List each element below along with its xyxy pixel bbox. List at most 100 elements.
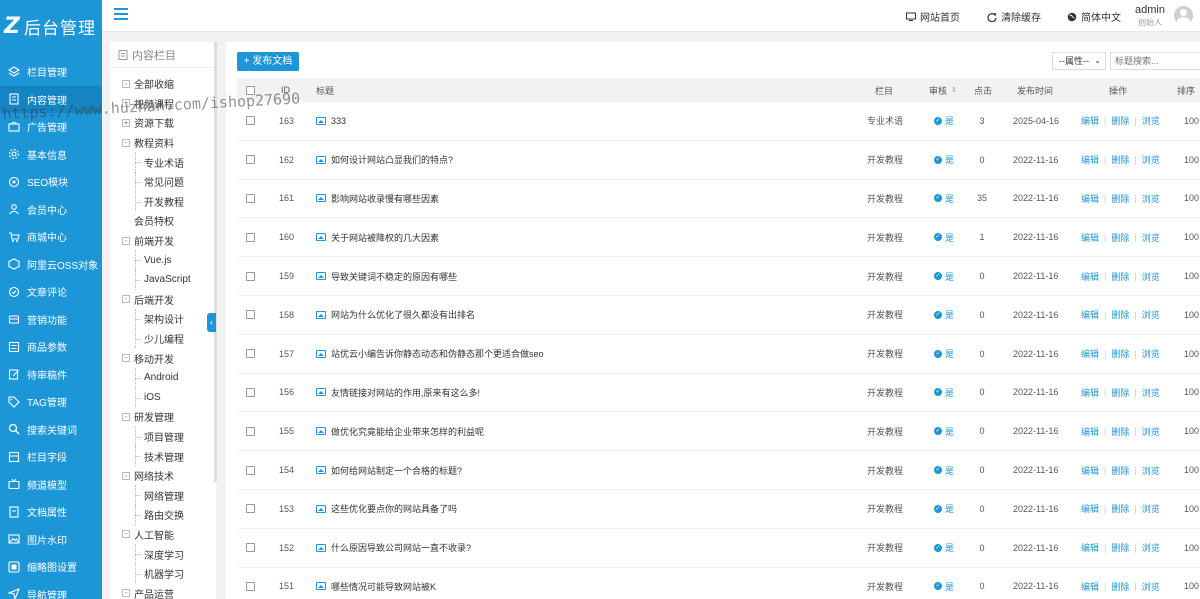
sidebar-item[interactable]: 频道模型 — [0, 471, 102, 499]
edit-link[interactable]: 编辑 — [1081, 386, 1099, 399]
site-home-link[interactable]: 网站首页 — [906, 9, 960, 24]
tree-node[interactable]: Android — [110, 367, 216, 388]
select-all-checkbox[interactable] — [246, 85, 255, 95]
delete-link[interactable]: 删除 — [1111, 308, 1129, 321]
audit-status-badge[interactable]: ✓ 是 — [934, 114, 954, 127]
tree-node[interactable]: 少儿编程 — [110, 328, 216, 349]
article-title-link[interactable]: 哪些情况可能导致网站被K — [316, 580, 436, 593]
sidebar-item[interactable]: 导航管理 — [0, 581, 102, 599]
language-link[interactable]: 简体中文 — [1067, 9, 1121, 24]
delete-link[interactable]: 删除 — [1111, 386, 1129, 399]
tree-node[interactable]: - 研发管理 — [110, 407, 216, 427]
tree-node[interactable]: iOS — [110, 387, 216, 408]
view-link[interactable]: 浏览 — [1142, 425, 1160, 438]
tree-node[interactable]: 会员特权 — [110, 211, 216, 231]
article-title-link[interactable]: 这些优化要点你的网站具备了吗 — [316, 502, 457, 515]
tree-node[interactable]: 机器学习 — [110, 563, 216, 584]
audit-status-badge[interactable]: ✓ 是 — [934, 270, 954, 283]
expand-icon[interactable]: + — [122, 99, 130, 108]
tree-node[interactable]: Vue.js — [110, 250, 216, 270]
menu-toggle-icon[interactable] — [114, 8, 128, 21]
edit-link[interactable]: 编辑 — [1081, 347, 1099, 360]
article-title-link[interactable]: 如何给网站制定一个合格的标题? — [316, 464, 462, 477]
collapse-icon[interactable]: - — [122, 354, 130, 363]
edit-link[interactable]: 编辑 — [1081, 114, 1099, 127]
audit-status-badge[interactable]: ✓ 是 — [934, 231, 954, 244]
row-checkbox[interactable] — [246, 116, 255, 126]
audit-status-badge[interactable]: ✓ 是 — [934, 502, 954, 515]
audit-status-badge[interactable]: ✓ 是 — [934, 347, 954, 360]
tree-node[interactable]: 架构设计 — [110, 309, 216, 329]
article-title-link[interactable]: 影响网站收录慢有哪些因素 — [316, 192, 439, 205]
tree-node[interactable]: - 后端开发 — [110, 290, 216, 310]
delete-link[interactable]: 删除 — [1111, 347, 1129, 360]
row-checkbox[interactable] — [246, 193, 255, 203]
collapse-icon[interactable]: - — [122, 530, 130, 539]
article-title-link[interactable]: 网站为什么优化了很久都没有出排名 — [316, 308, 475, 321]
audit-status-badge[interactable]: ✓ 是 — [934, 541, 954, 554]
edit-link[interactable]: 编辑 — [1081, 231, 1099, 244]
tree-node[interactable]: - 前端开发 — [110, 231, 216, 251]
sidebar-item[interactable]: 缩略图设置 — [0, 553, 102, 581]
collapse-icon[interactable]: - — [122, 412, 130, 421]
edit-link[interactable]: 编辑 — [1081, 541, 1099, 554]
view-link[interactable]: 浏览 — [1142, 114, 1160, 127]
audit-status-badge[interactable]: ✓ 是 — [934, 308, 954, 321]
avatar[interactable] — [1174, 6, 1193, 25]
delete-link[interactable]: 删除 — [1111, 192, 1129, 205]
tree-node[interactable]: - 移动开发 — [110, 348, 216, 368]
tree-node[interactable]: - 人工智能 — [110, 525, 216, 545]
tree-node[interactable]: 常见问题 — [110, 171, 216, 192]
sidebar-item[interactable]: 文章评论 — [0, 278, 102, 306]
collapse-icon[interactable]: - — [122, 138, 130, 147]
sidebar-item[interactable]: 广告管理 — [0, 113, 102, 141]
sidebar-item[interactable]: 搜索关键词 — [0, 416, 102, 444]
row-checkbox[interactable] — [246, 504, 255, 514]
audit-status-badge[interactable]: ✓ 是 — [934, 192, 954, 205]
tree-node[interactable]: - 全部收缩 — [110, 74, 216, 94]
sidebar-item[interactable]: 营销功能 — [0, 306, 102, 334]
tree-node[interactable]: - 产品运营 — [110, 583, 216, 599]
sidebar-item[interactable]: 阿里云OSS对象 — [0, 251, 102, 279]
article-title-link[interactable]: 导致关键词不稳定的原因有哪些 — [316, 270, 457, 283]
row-checkbox[interactable] — [246, 310, 255, 320]
tree-node[interactable]: + 视频课程 — [110, 94, 216, 114]
tree-node[interactable]: 专业术语 — [110, 152, 216, 172]
sidebar-item[interactable]: 商品参数 — [0, 333, 102, 361]
tree-node[interactable]: 项目管理 — [110, 426, 216, 447]
collapse-icon[interactable]: - — [122, 79, 130, 88]
tree-node[interactable]: 深度学习 — [110, 544, 216, 564]
tree-node[interactable]: 网络管理 — [110, 485, 216, 505]
article-title-link[interactable]: 什么原因导致公司网站一直不收录? — [316, 541, 471, 554]
view-link[interactable]: 浏览 — [1142, 192, 1160, 205]
view-link[interactable]: 浏览 — [1142, 541, 1160, 554]
view-link[interactable]: 浏览 — [1142, 308, 1160, 321]
attribute-select[interactable]: --属性-- ⌄ — [1052, 52, 1106, 70]
view-link[interactable]: 浏览 — [1142, 464, 1160, 477]
row-checkbox[interactable] — [246, 271, 255, 281]
publish-document-button[interactable]: + 发布文档 — [237, 52, 299, 71]
delete-link[interactable]: 删除 — [1111, 114, 1129, 127]
tree-node[interactable]: 开发教程 — [110, 191, 216, 212]
edit-link[interactable]: 编辑 — [1081, 153, 1099, 166]
edit-link[interactable]: 编辑 — [1081, 502, 1099, 515]
sidebar-item[interactable]: SEO模块 — [0, 168, 102, 196]
sidebar-item[interactable]: 基本信息 — [0, 141, 102, 169]
delete-link[interactable]: 删除 — [1111, 153, 1129, 166]
sidebar-item[interactable]: 商城中心 — [0, 223, 102, 251]
title-search-input[interactable] — [1110, 52, 1200, 70]
delete-link[interactable]: 删除 — [1111, 541, 1129, 554]
delete-link[interactable]: 删除 — [1111, 270, 1129, 283]
sidebar-item[interactable]: TAG管理 — [0, 388, 102, 416]
tree-node[interactable]: 技术管理 — [110, 446, 216, 466]
view-link[interactable]: 浏览 — [1142, 580, 1160, 593]
row-checkbox[interactable] — [246, 426, 255, 436]
article-title-link[interactable]: 站优云小编告诉你静态动态和伪静态那个更适合做seo — [316, 347, 544, 360]
collapse-tree-button[interactable]: ‹ — [207, 313, 216, 332]
row-checkbox[interactable] — [246, 155, 255, 165]
row-checkbox[interactable] — [246, 232, 255, 242]
edit-link[interactable]: 编辑 — [1081, 192, 1099, 205]
collapse-icon[interactable]: - — [122, 471, 130, 480]
audit-status-badge[interactable]: ✓ 是 — [934, 153, 954, 166]
view-link[interactable]: 浏览 — [1142, 153, 1160, 166]
